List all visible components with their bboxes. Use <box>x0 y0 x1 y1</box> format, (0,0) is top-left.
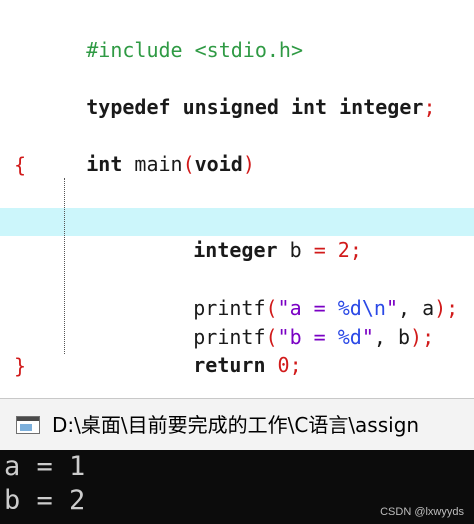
code-line-decl-a[interactable]: integer a = 1; <box>0 180 474 234</box>
keyword-unsigned: unsigned <box>182 95 279 119</box>
console-window[interactable]: D:\桌面\目前要完成的工作\C语言\assign a = 1 b = 2 CS… <box>0 398 474 524</box>
console-output-line: a = 1 <box>4 451 86 482</box>
code-line-printf-a[interactable]: printf("a = %d\n", a); <box>0 266 474 320</box>
code-line-decl-b-highlighted[interactable]: integer b = 2; <box>0 208 474 262</box>
close-brace: } <box>14 354 27 378</box>
code-line-include[interactable]: #include <stdio.h> <box>0 8 474 62</box>
keyword-int: int <box>290 95 328 119</box>
type-alias-name: integer <box>339 95 424 119</box>
code-line-return[interactable]: return 0; <box>0 323 474 377</box>
semicolon: ; <box>423 95 436 119</box>
open-brace: { <box>14 153 27 177</box>
watermark-text: CSDN @lxwyyds <box>380 506 464 518</box>
include-header: <stdio.h> <box>194 38 303 62</box>
console-output-area[interactable]: a = 1 b = 2 CSDN @lxwyyds <box>0 450 474 524</box>
variable-b: b <box>289 238 302 262</box>
type-integer: integer <box>193 238 278 262</box>
console-title: D:\桌面\目前要完成的工作\C语言\assign <box>52 413 420 437</box>
semicolon: ; <box>349 238 362 262</box>
code-editor[interactable]: #include <stdio.h> typedef unsigned int … <box>0 0 474 395</box>
console-titlebar[interactable]: D:\桌面\目前要完成的工作\C语言\assign <box>0 398 474 451</box>
code-line-printf-b[interactable]: printf("b = %d", b); <box>0 295 474 349</box>
console-output-line: b = 2 <box>4 485 86 516</box>
code-line-main-signature[interactable]: int main(void) <box>0 122 474 176</box>
code-line-close-brace[interactable]: } <box>0 352 474 380</box>
code-line-open-brace[interactable]: { <box>0 151 474 179</box>
number-literal: 2 <box>337 238 350 262</box>
keyword-typedef: typedef <box>86 95 171 119</box>
assign-operator: = <box>313 238 326 262</box>
indent-guide <box>64 178 65 354</box>
console-app-icon <box>16 416 40 434</box>
code-line-typedef[interactable]: typedef unsigned int integer; <box>0 65 474 119</box>
preprocessor-directive: #include <box>86 38 183 62</box>
